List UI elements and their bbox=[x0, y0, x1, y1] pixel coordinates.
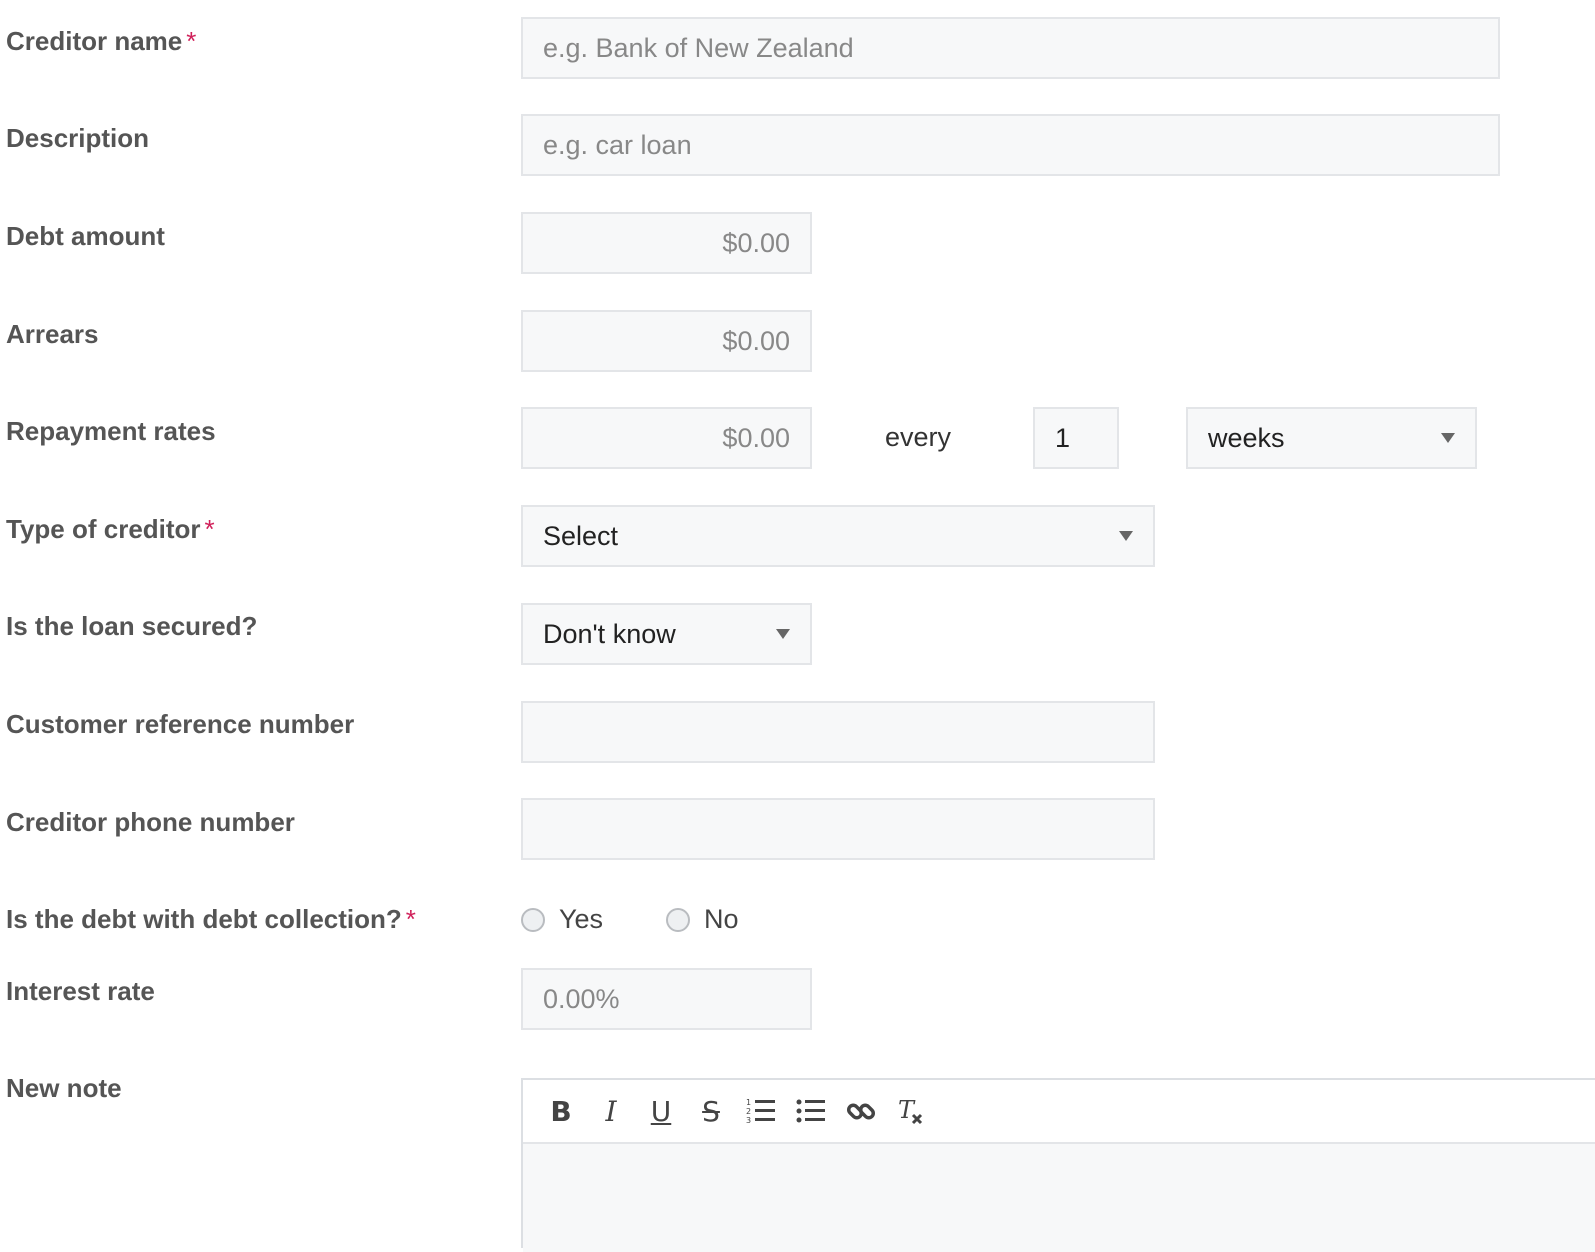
radio-no[interactable] bbox=[666, 907, 690, 932]
repayment-every-text: every bbox=[885, 422, 952, 452]
debt-amount-label: Debt amount bbox=[6, 221, 165, 251]
link-svg bbox=[846, 1103, 876, 1120]
repayment-interval-input[interactable]: 1 bbox=[1033, 407, 1119, 469]
svg-text:1: 1 bbox=[746, 1098, 751, 1107]
required-marker: * bbox=[405, 904, 416, 934]
bold-icon[interactable]: B bbox=[543, 1093, 579, 1129]
strikethrough-icon[interactable]: S bbox=[693, 1093, 729, 1129]
arrears-placeholder: $0.00 bbox=[722, 325, 790, 356]
repayment-rates-label: Repayment rates bbox=[6, 416, 216, 446]
debt-amount-input[interactable]: $0.00 bbox=[521, 212, 812, 274]
creditor-phone-label: Creditor phone number bbox=[6, 807, 295, 837]
arrears-label: Arrears bbox=[6, 319, 99, 349]
new-note-label: New note bbox=[6, 1073, 122, 1103]
chevron-down-icon bbox=[1441, 433, 1455, 443]
creditor-phone-input[interactable] bbox=[521, 798, 1155, 860]
loan-secured-label: Is the loan secured? bbox=[6, 611, 258, 641]
debt-collection-no-option[interactable]: No bbox=[666, 904, 739, 935]
description-input[interactable]: e.g. car loan bbox=[521, 114, 1500, 176]
svg-text:3: 3 bbox=[746, 1116, 751, 1125]
radio-yes-label: Yes bbox=[559, 904, 604, 934]
debt-amount-placeholder: $0.00 bbox=[722, 227, 790, 258]
repayment-amount-input[interactable]: $0.00 bbox=[521, 407, 812, 469]
radio-no-label: No bbox=[704, 904, 739, 934]
interest-rate-input[interactable]: 0.00% bbox=[521, 968, 812, 1030]
repayment-amount-placeholder: $0.00 bbox=[722, 422, 790, 453]
chevron-down-icon bbox=[776, 629, 790, 639]
loan-secured-select[interactable]: Don't know bbox=[521, 603, 812, 665]
clear-format-svg: T bbox=[898, 1096, 923, 1125]
italic-icon[interactable]: I bbox=[593, 1093, 629, 1129]
radio-yes[interactable] bbox=[521, 907, 545, 932]
repayment-interval-value: 1 bbox=[1055, 422, 1071, 453]
clear-format-icon[interactable]: T bbox=[893, 1093, 929, 1129]
required-marker: * bbox=[186, 26, 197, 56]
debt-collection-label: Is the debt with debt collection? * bbox=[6, 904, 416, 934]
type-of-creditor-select[interactable]: Select bbox=[521, 505, 1155, 567]
repayment-period-value: weeks bbox=[1208, 422, 1285, 453]
underline-icon[interactable]: U bbox=[643, 1093, 679, 1129]
creditor-name-label: Creditor name * bbox=[6, 26, 197, 56]
interest-rate-label: Interest rate bbox=[6, 976, 155, 1006]
type-of-creditor-label: Type of creditor * bbox=[6, 514, 215, 544]
creditor-name-placeholder: e.g. Bank of New Zealand bbox=[543, 32, 854, 63]
svg-text:2: 2 bbox=[746, 1107, 751, 1116]
ordered-list-svg: 1 2 3 bbox=[746, 1098, 775, 1125]
creditor-name-input[interactable]: e.g. Bank of New Zealand bbox=[521, 17, 1500, 79]
svg-text:T: T bbox=[898, 1096, 916, 1124]
chevron-down-icon bbox=[1119, 531, 1133, 541]
customer-reference-input[interactable] bbox=[521, 701, 1155, 763]
editor-toolbar: B I U S 1 2 3 T bbox=[523, 1080, 1595, 1144]
required-marker: * bbox=[204, 514, 215, 544]
bullet-list-icon[interactable] bbox=[793, 1093, 829, 1129]
type-of-creditor-value: Select bbox=[543, 520, 619, 551]
debt-collection-yes-option[interactable]: Yes bbox=[521, 904, 603, 935]
arrears-input[interactable]: $0.00 bbox=[521, 310, 812, 372]
loan-secured-value: Don't know bbox=[543, 618, 676, 649]
ordered-list-icon[interactable]: 1 2 3 bbox=[743, 1093, 779, 1129]
bullet-list-svg bbox=[796, 1099, 825, 1123]
description-placeholder: e.g. car loan bbox=[543, 129, 692, 160]
customer-reference-label: Customer reference number bbox=[6, 709, 355, 739]
description-label: Description bbox=[6, 123, 150, 153]
repayment-period-select[interactable]: weeks bbox=[1186, 407, 1477, 469]
note-editor: B I U S 1 2 3 T bbox=[521, 1078, 1595, 1252]
interest-rate-placeholder: 0.00% bbox=[543, 983, 620, 1014]
link-icon[interactable] bbox=[843, 1093, 879, 1129]
note-textarea[interactable] bbox=[523, 1144, 1595, 1252]
